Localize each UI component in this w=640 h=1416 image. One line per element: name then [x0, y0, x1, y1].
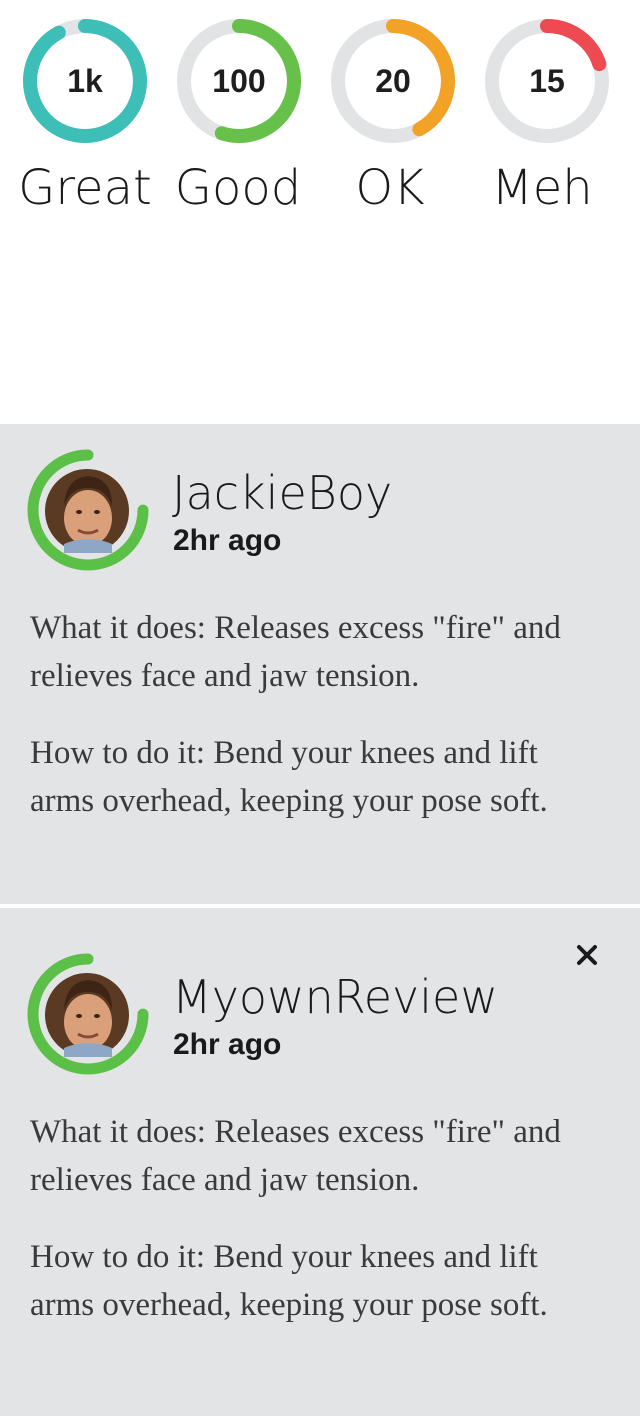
rating-count: 100: [212, 62, 266, 99]
review-what-it-does: What it does: Releases excess "fire" and…: [30, 610, 561, 694]
review-how-to: How to do it: Bend your knees and lift a…: [30, 735, 548, 819]
avatar[interactable]: [26, 448, 150, 572]
avatar-ring: [27, 953, 149, 1075]
review-what-it-does: What it does: Releases excess "fire" and…: [30, 1114, 561, 1198]
rating-label-good: Good: [174, 160, 302, 216]
rating-count: 20: [375, 62, 411, 99]
rating-great-ring[interactable]: 1k: [18, 14, 152, 148]
review-time: 2hr ago: [173, 524, 282, 557]
review-how-to: How to do it: Bend your knees and lift a…: [30, 1239, 548, 1323]
review-username[interactable]: MyownReview: [172, 970, 498, 1024]
rating-label-great: Great: [18, 160, 152, 216]
rating-label-meh: Meh: [491, 160, 593, 216]
rating-ok-ring[interactable]: 20: [326, 14, 460, 148]
close-icon[interactable]: [570, 938, 604, 972]
avatar-photo: [45, 973, 129, 1057]
rating-meh-ring[interactable]: 15: [480, 14, 614, 148]
ratings-summary: 1k Great 100 Good 20 OK 15 Meh: [0, 0, 640, 424]
rating-label-ok: OK: [355, 160, 425, 216]
rating-good-ring[interactable]: 100: [172, 14, 306, 148]
review-time: 2hr ago: [173, 1028, 282, 1061]
rating-count: 1k: [67, 62, 103, 99]
avatar-ring: [27, 449, 149, 571]
review-card: JackieBoy 2hr ago What it does: Releases…: [0, 424, 640, 904]
rating-count: 15: [529, 62, 565, 99]
avatar-photo: [45, 469, 129, 553]
avatar[interactable]: [26, 952, 150, 1076]
review-username[interactable]: JackieBoy: [172, 466, 392, 520]
review-card: MyownReview 2hr ago What it does: Releas…: [0, 908, 640, 1416]
